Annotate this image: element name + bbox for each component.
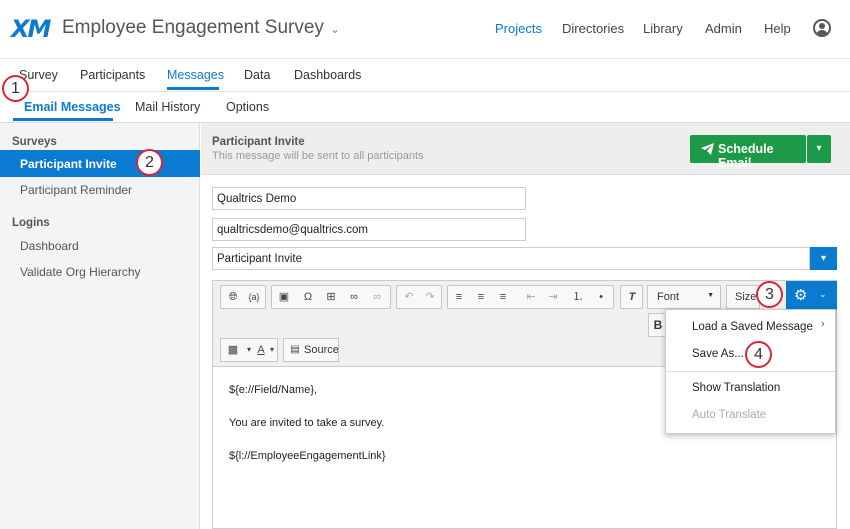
font-select-label: Font — [657, 291, 680, 303]
toolbar-group-colors: ▩ ▾ A ▾ — [220, 338, 278, 362]
nav-library[interactable]: Library — [643, 21, 683, 36]
piped-text-icon[interactable]: {a} — [246, 289, 262, 305]
message-options-button[interactable]: ⚙ ⌄ — [786, 281, 837, 310]
clear-formatting-icon[interactable]: T — [624, 289, 640, 305]
toolbar-group-alignment: ≡ ≡ ≡ ⇤ ⇥ ⒈ • — [447, 285, 614, 309]
size-select[interactable]: Size — [726, 285, 760, 309]
chevron-right-icon: › — [821, 318, 825, 330]
annotation-marker-3: 3 — [756, 281, 783, 308]
link-icon[interactable]: ∞ — [346, 289, 362, 305]
message-subtitle: This message will be sent to all partici… — [212, 150, 424, 162]
table-icon[interactable]: ⊞ — [323, 289, 339, 305]
sidebar-item-participant-reminder[interactable]: Participant Reminder — [20, 183, 132, 197]
from-email-field[interactable] — [212, 218, 526, 241]
chevron-down-icon: ▾ — [269, 345, 274, 354]
numbered-list-icon[interactable]: ⒈ — [570, 289, 586, 305]
bulleted-list-icon[interactable]: • — [593, 289, 609, 305]
tab-dashboards[interactable]: Dashboards — [294, 68, 361, 82]
nav-directories[interactable]: Directories — [562, 21, 624, 36]
tab-participants[interactable]: Participants — [80, 68, 145, 82]
outdent-icon[interactable]: ⇤ — [523, 289, 539, 305]
source-button-label: Source — [304, 344, 339, 356]
user-account-icon[interactable] — [813, 19, 831, 37]
undo-icon[interactable]: ↶ — [401, 289, 417, 305]
menu-item-show-translation[interactable]: Show Translation — [692, 382, 780, 394]
nav-help[interactable]: Help — [764, 21, 791, 36]
document-icon: ▤ — [290, 344, 300, 355]
annotation-marker-1: 1 — [2, 75, 29, 102]
omega-symbol-icon[interactable]: Ω — [300, 289, 316, 305]
toolbar-group-media: ▣ Ω ⊞ ∞ ∞ — [271, 285, 391, 309]
subject-dropdown-chevron-icon[interactable]: ▾ — [810, 247, 837, 270]
sidebar-item-participant-invite[interactable]: Participant Invite — [0, 150, 200, 177]
menu-item-auto-translate[interactable]: Auto Translate — [692, 409, 766, 421]
toolbar-group-history: ↶ ↷ — [396, 285, 442, 309]
body-line-greeting: ${e://Field/Name}, — [229, 384, 318, 396]
image-icon[interactable]: ▣ — [276, 289, 292, 305]
tab-messages[interactable]: Messages — [167, 68, 224, 82]
sidebar-heading-logins: Logins — [12, 217, 50, 229]
nav-projects[interactable]: Projects — [495, 21, 542, 36]
message-title: Participant Invite — [212, 136, 305, 148]
menu-divider — [666, 371, 835, 372]
menu-item-save-as[interactable]: Save As... — [692, 348, 744, 360]
annotation-marker-2: 2 — [136, 149, 163, 176]
subtab-email-messages[interactable]: Email Messages — [24, 100, 121, 114]
align-right-icon[interactable]: ≡ — [495, 289, 511, 305]
paper-plane-icon — [701, 143, 714, 155]
toolbar-group-insert: 🌐︎ {a} — [220, 285, 266, 309]
indent-icon[interactable]: ⇥ — [545, 289, 561, 305]
nav-admin[interactable]: Admin — [705, 21, 742, 36]
schedule-email-button[interactable]: Schedule Email — [690, 135, 806, 170]
toolbar-group-clear: T — [620, 285, 643, 309]
active-tab-indicator — [167, 87, 219, 90]
tab-data[interactable]: Data — [244, 68, 270, 82]
annotation-marker-4: 4 — [745, 341, 772, 368]
redo-icon[interactable]: ↷ — [422, 289, 438, 305]
chevron-down-icon: ⌄ — [819, 289, 827, 299]
subtab-options[interactable]: Options — [226, 100, 269, 114]
source-button[interactable]: ▤ Source — [283, 338, 339, 362]
align-left-icon[interactable]: ≡ — [451, 289, 467, 305]
from-name-field[interactable] — [212, 187, 526, 210]
align-center-icon[interactable]: ≡ — [473, 289, 489, 305]
project-title-dropdown[interactable]: Employee Engagement Survey ⌄ — [62, 17, 340, 39]
chevron-down-icon: ▼ — [707, 292, 714, 299]
gear-icon: ⚙ — [794, 287, 808, 304]
xm-logo[interactable]: XM — [11, 15, 51, 43]
sidebar-item-dashboard[interactable]: Dashboard — [20, 239, 79, 253]
body-line-invite: You are invited to take a survey. — [229, 417, 385, 429]
subject-field[interactable] — [212, 247, 810, 270]
schedule-email-label: Schedule Email — [718, 142, 774, 170]
active-subtab-indicator — [13, 118, 113, 121]
subtab-mail-history[interactable]: Mail History — [135, 100, 200, 114]
sidebar-item-label: Participant Invite — [20, 157, 117, 171]
background-color-icon[interactable]: ▩ — [225, 342, 241, 358]
size-select-label: Size — [735, 291, 757, 303]
font-select[interactable]: Font ▼ — [647, 285, 721, 309]
unlink-icon[interactable]: ∞ — [369, 289, 385, 305]
sidebar-item-validate-org-hierarchy[interactable]: Validate Org Hierarchy — [20, 265, 141, 279]
chevron-down-icon: ⌄ — [329, 22, 340, 36]
menu-item-load-saved-message[interactable]: Load a Saved Message — [692, 321, 813, 333]
project-title: Employee Engagement Survey — [62, 17, 324, 38]
subtab-bar — [0, 91, 850, 123]
body-line-link: ${l://EmployeeEngagementLink} — [229, 450, 386, 462]
schedule-options-chevron-icon[interactable]: ▾ — [807, 135, 831, 163]
globe-icon[interactable]: 🌐︎ — [225, 289, 241, 305]
sidebar-heading-surveys: Surveys — [12, 136, 57, 148]
